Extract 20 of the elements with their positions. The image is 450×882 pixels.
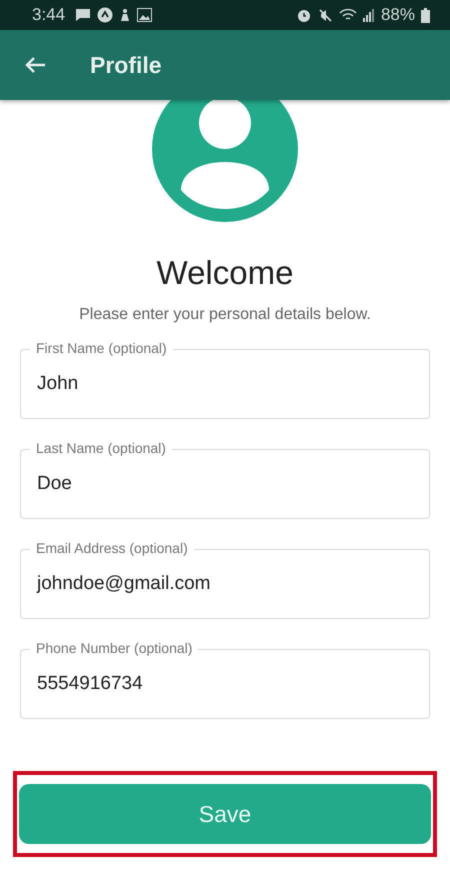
wifi-icon (338, 8, 357, 22)
battery-icon (421, 8, 430, 22)
field-label: Last Name (optional) (30, 440, 172, 457)
figure-icon (119, 8, 132, 22)
field-label: First Name (optional) (30, 340, 173, 357)
image-icon (137, 8, 152, 22)
signal-icon (362, 8, 375, 22)
status-time: 3:44 (32, 5, 66, 25)
app-icon (97, 7, 114, 23)
back-arrow-icon[interactable] (24, 56, 46, 74)
field-label: Phone Number (optional) (30, 640, 198, 657)
mute-icon (318, 8, 333, 22)
field-label: Email Address (optional) (30, 540, 194, 557)
welcome-heading: Welcome (156, 254, 294, 292)
screen-title: Profile (90, 52, 162, 78)
alarm-icon (296, 8, 312, 22)
instructions-text: Please enter your personal details below. (79, 306, 371, 324)
battery-level: 88% (380, 5, 415, 25)
message-icon (75, 8, 92, 22)
avatar-icon (152, 100, 298, 224)
